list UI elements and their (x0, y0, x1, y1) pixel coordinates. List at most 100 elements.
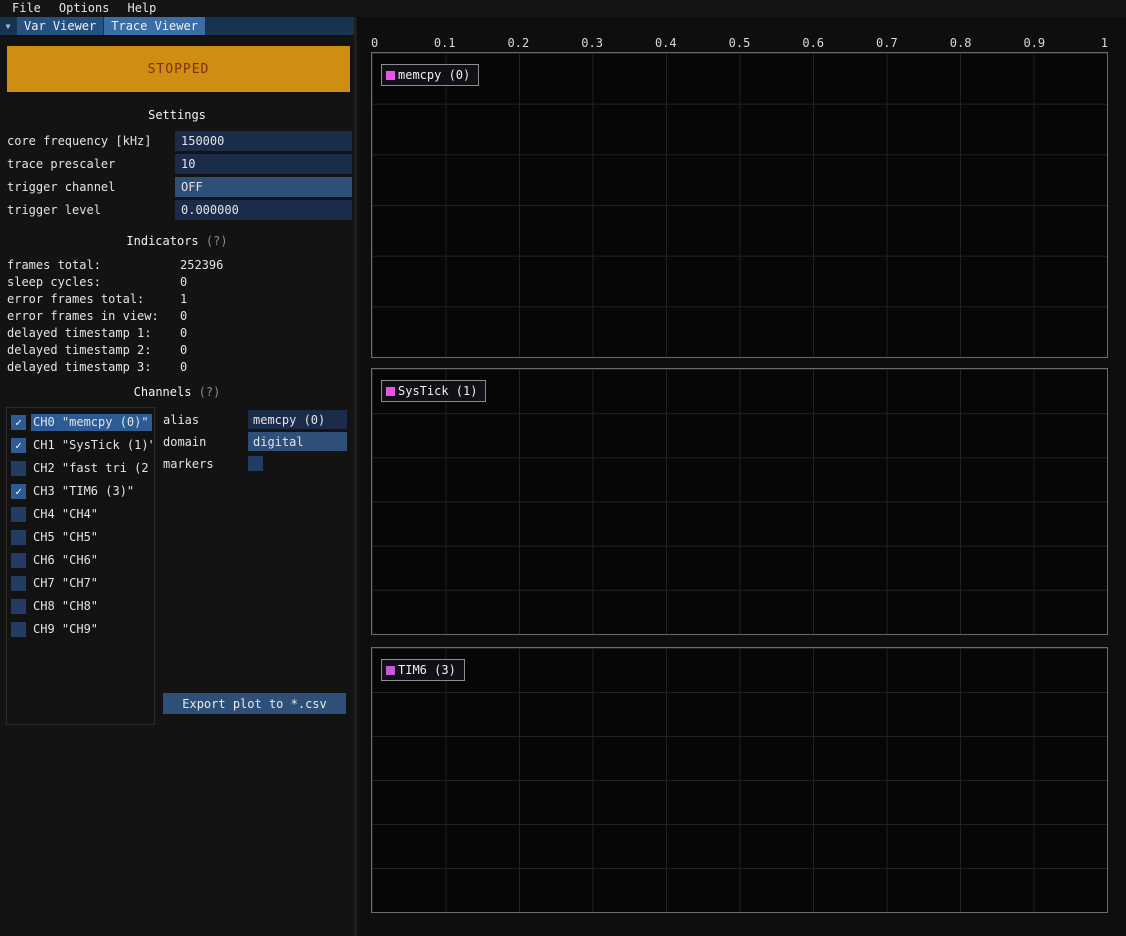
legend: TIM6 (3) (381, 659, 465, 681)
check-icon: ✓ (15, 440, 22, 451)
channels-title-text: Channels (134, 385, 192, 399)
channel-row-ch8[interactable]: CH8 "CH8" (9, 595, 152, 618)
menu-bar: FileOptionsHelp (0, 0, 1126, 17)
time-axis: 00.10.20.30.40.50.60.70.80.91 (371, 36, 1108, 51)
channel-checkbox[interactable]: ✓ (11, 484, 26, 499)
indicator-value: 1 (180, 292, 187, 306)
collapse-arrow-icon[interactable]: ▼ (0, 17, 16, 35)
main-layout: ▼ Var ViewerTrace Viewer STOPPED Setting… (0, 17, 1126, 936)
channel-checkbox[interactable] (11, 530, 26, 545)
channels-section: ✓ CH0 "memcpy (0)" ✓ CH1 "SysTick (1)" C… (6, 407, 348, 725)
channel-checkbox[interactable] (11, 622, 26, 637)
axis-tick-label: 0.8 (950, 36, 972, 50)
markers-checkbox[interactable] (248, 456, 263, 471)
check-icon: ✓ (15, 417, 22, 428)
app-window: FileOptionsHelp ▼ Var ViewerTrace Viewer… (0, 0, 1126, 936)
channel-list: ✓ CH0 "memcpy (0)" ✓ CH1 "SysTick (1)" C… (6, 407, 155, 725)
setting-input-trace-prescaler[interactable] (175, 154, 352, 174)
channel-row-ch6[interactable]: CH6 "CH6" (9, 549, 152, 572)
channel-row-ch7[interactable]: CH7 "CH7" (9, 572, 152, 595)
axis-tick-label: 0.5 (729, 36, 751, 50)
channel-row-ch4[interactable]: CH4 "CH4" (9, 503, 152, 526)
axis-tick-label: 0.6 (802, 36, 824, 50)
channel-checkbox[interactable]: ✓ (11, 415, 26, 430)
legend: memcpy (0) (381, 64, 479, 86)
indicator-row: error frames total: 1 (0, 290, 354, 307)
legend-label: memcpy (0) (398, 68, 470, 82)
setting-row: trigger channel (0, 175, 354, 198)
indicator-row: delayed timestamp 3: 0 (0, 358, 354, 375)
indicator-label: frames total: (7, 258, 180, 272)
indicator-row: sleep cycles: 0 (0, 273, 354, 290)
axis-tick-label: 0.7 (876, 36, 898, 50)
alias-label: alias (163, 413, 248, 427)
settings-title: Settings (0, 108, 354, 122)
markers-label: markers (163, 457, 248, 471)
indicator-row: frames total: 252396 (0, 256, 354, 273)
legend-label: TIM6 (3) (398, 663, 456, 677)
channel-checkbox[interactable]: ✓ (11, 438, 26, 453)
channel-label[interactable]: CH7 "CH7" (31, 575, 152, 592)
setting-row: core frequency [kHz] (0, 129, 354, 152)
setting-input-trigger-level[interactable] (175, 200, 352, 220)
channel-checkbox[interactable] (11, 576, 26, 591)
setting-label: trigger level (7, 203, 175, 217)
axis-tick-label: 0.4 (655, 36, 677, 50)
tab-bar: ▼ Var ViewerTrace Viewer (0, 17, 354, 35)
legend-color-swatch (386, 71, 395, 80)
trace-panel-systick-1[interactable]: SysTick (1) (371, 368, 1108, 635)
channel-label[interactable]: CH9 "CH9" (31, 621, 152, 638)
menu-options[interactable]: Options (51, 0, 118, 17)
channel-row-ch0[interactable]: ✓ CH0 "memcpy (0)" (9, 411, 152, 434)
alias-input[interactable] (248, 410, 347, 429)
channel-label[interactable]: CH8 "CH8" (31, 598, 152, 615)
indicators-title-text: Indicators (126, 234, 198, 248)
channel-row-ch9[interactable]: CH9 "CH9" (9, 618, 152, 641)
channel-label[interactable]: CH0 "memcpy (0)" (31, 414, 152, 431)
channel-row-ch5[interactable]: CH5 "CH5" (9, 526, 152, 549)
indicator-value: 0 (180, 309, 187, 323)
indicator-value: 0 (180, 360, 187, 374)
axis-tick-label: 0 (371, 36, 378, 50)
domain-row: domain digital (163, 431, 348, 452)
domain-combo[interactable]: digital (248, 432, 347, 451)
channel-label[interactable]: CH1 "SysTick (1)" (31, 437, 152, 454)
channel-row-ch1[interactable]: ✓ CH1 "SysTick (1)" (9, 434, 152, 457)
channel-label[interactable]: CH5 "CH5" (31, 529, 152, 546)
tab-trace-viewer[interactable]: Trace Viewer (104, 17, 205, 35)
channel-row-ch3[interactable]: ✓ CH3 "TIM6 (3)" (9, 480, 152, 503)
indicator-label: delayed timestamp 3: (7, 360, 180, 374)
indicator-row: error frames in view: 0 (0, 307, 354, 324)
channel-checkbox[interactable] (11, 461, 26, 476)
setting-input-trigger-channel[interactable] (175, 177, 352, 197)
legend-color-swatch (386, 666, 395, 675)
trace-plot-area: 00.10.20.30.40.50.60.70.80.91 memcpy (0)… (357, 17, 1126, 936)
channel-row-ch2[interactable]: CH2 "fast tri (2 (9, 457, 152, 480)
channel-checkbox[interactable] (11, 599, 26, 614)
channel-label[interactable]: CH2 "fast tri (2 (31, 460, 152, 477)
export-csv-button[interactable]: Export plot to *.csv (163, 693, 346, 714)
menu-help[interactable]: Help (119, 0, 164, 17)
channel-label[interactable]: CH6 "CH6" (31, 552, 152, 569)
setting-input-core-frequency-khz[interactable] (175, 131, 352, 151)
channel-checkbox[interactable] (11, 553, 26, 568)
channel-checkbox[interactable] (11, 507, 26, 522)
indicator-value: 252396 (180, 258, 223, 272)
stopped-button[interactable]: STOPPED (7, 46, 350, 92)
channel-label[interactable]: CH4 "CH4" (31, 506, 152, 523)
trace-panel-tim6-3[interactable]: TIM6 (3) (371, 647, 1108, 913)
legend: SysTick (1) (381, 380, 486, 402)
indicator-row: delayed timestamp 2: 0 (0, 341, 354, 358)
check-icon: ✓ (15, 486, 22, 497)
setting-label: trace prescaler (7, 157, 175, 171)
menu-file[interactable]: File (4, 0, 49, 17)
channel-label[interactable]: CH3 "TIM6 (3)" (31, 483, 152, 500)
indicator-label: sleep cycles: (7, 275, 180, 289)
domain-label: domain (163, 435, 248, 449)
alias-row: alias (163, 409, 348, 430)
trace-panel-memcpy-0[interactable]: memcpy (0) (371, 52, 1108, 358)
indicator-row: delayed timestamp 1: 0 (0, 324, 354, 341)
axis-tick-label: 0.9 (1023, 36, 1045, 50)
tab-var-viewer[interactable]: Var Viewer (17, 17, 103, 35)
axis-tick-label: 0.2 (508, 36, 530, 50)
